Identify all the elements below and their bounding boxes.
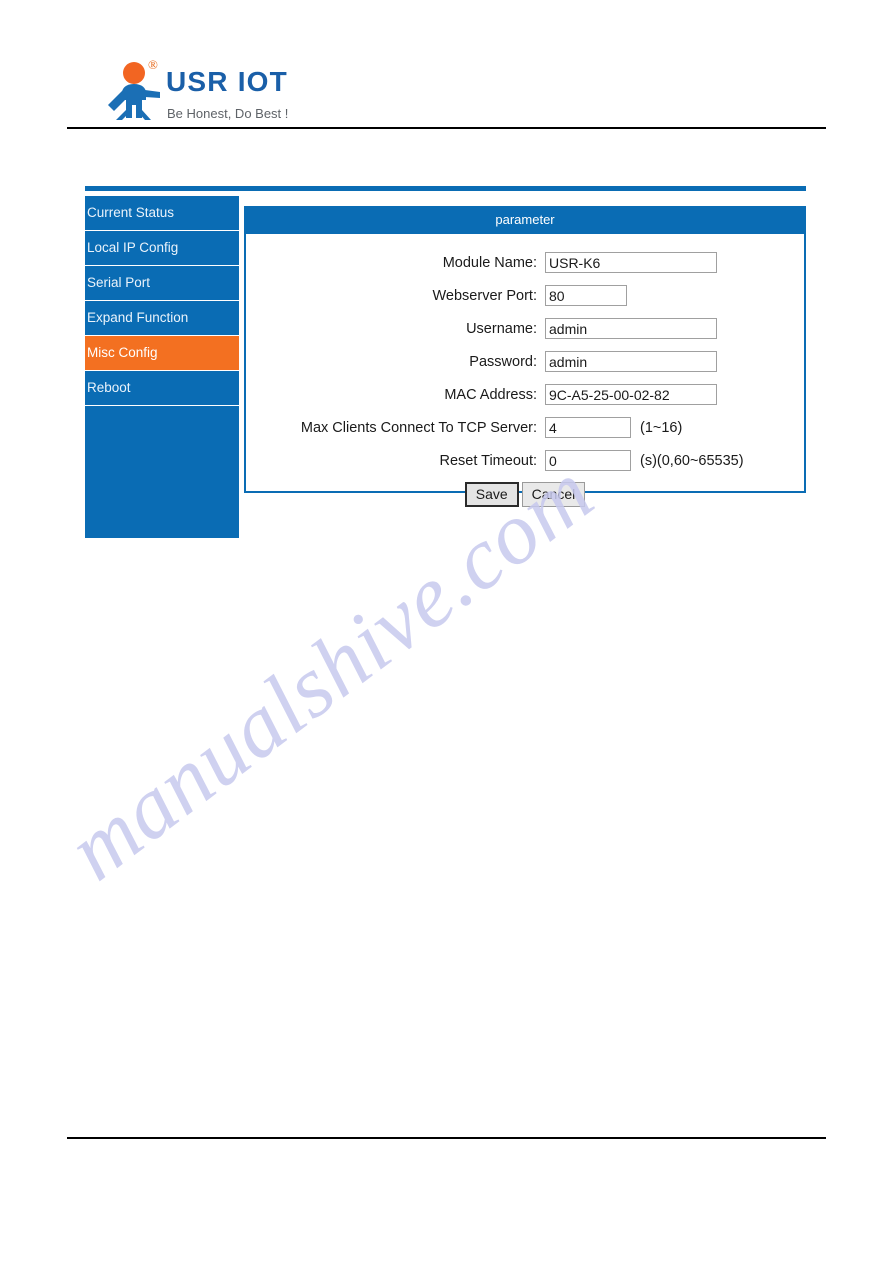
save-button[interactable]: Save <box>464 482 519 507</box>
brand-logo: ® USR IOT Be Honest, Do Best ! <box>104 58 404 126</box>
label-reset-timeout: Reset Timeout: <box>439 452 537 469</box>
field-row-reset-timeout: Reset Timeout: (s)(0,60~65535) <box>246 444 804 477</box>
sidebar-nav: Current Status Local IP Config Serial Po… <box>85 196 239 538</box>
hint-max-clients: (1~16) <box>640 419 683 436</box>
field-row-username: Username: <box>246 312 804 345</box>
header-divider <box>67 127 826 129</box>
label-webserver-port: Webserver Port: <box>432 287 538 304</box>
webserver-port-input[interactable] <box>545 285 627 306</box>
page-header: ® USR IOT Be Honest, Do Best ! <box>0 0 893 129</box>
brand-tagline: Be Honest, Do Best ! <box>167 106 289 121</box>
sidebar-item-local-ip-config[interactable]: Local IP Config <box>85 231 239 266</box>
sidebar-filler <box>85 406 239 542</box>
reset-timeout-input[interactable] <box>545 450 631 471</box>
hint-reset-timeout: (s)(0,60~65535) <box>640 452 744 469</box>
sidebar-item-current-status[interactable]: Current Status <box>85 196 239 231</box>
label-password: Password: <box>469 353 537 370</box>
parameter-panel: parameter Module Name: Webserver Port: U… <box>244 206 806 493</box>
field-row-webserver-port: Webserver Port: <box>246 279 804 312</box>
ui-top-bar <box>85 186 806 191</box>
parameter-form: Module Name: Webserver Port: Username: P… <box>246 234 804 491</box>
panel-title: parameter <box>246 206 804 234</box>
form-actions: Save Cancel <box>244 482 806 507</box>
footer-divider <box>67 1137 826 1139</box>
document-page: ® USR IOT Be Honest, Do Best ! Current S… <box>0 0 893 1263</box>
field-row-mac-address: MAC Address: <box>246 378 804 411</box>
max-clients-input[interactable] <box>545 417 631 438</box>
registered-trademark-icon: ® <box>148 57 158 72</box>
page-watermark: manualshive.com <box>51 444 840 1040</box>
module-name-input[interactable] <box>545 252 717 273</box>
sidebar-item-serial-port[interactable]: Serial Port <box>85 266 239 301</box>
brand-title: USR IOT <box>166 66 288 97</box>
sidebar-item-expand-function[interactable]: Expand Function <box>85 301 239 336</box>
label-username: Username: <box>466 320 537 337</box>
field-row-max-clients: Max Clients Connect To TCP Server: (1~16… <box>246 411 804 444</box>
label-mac-address: MAC Address: <box>444 386 537 403</box>
password-input[interactable] <box>545 351 717 372</box>
sidebar-item-misc-config[interactable]: Misc Config <box>85 336 239 371</box>
sidebar-item-reboot[interactable]: Reboot <box>85 371 239 406</box>
cancel-button[interactable]: Cancel <box>521 482 586 507</box>
label-max-clients: Max Clients Connect To TCP Server: <box>300 419 537 436</box>
field-row-module-name: Module Name: <box>246 246 804 279</box>
label-module-name: Module Name: <box>442 254 537 271</box>
mac-address-input[interactable] <box>545 384 717 405</box>
username-input[interactable] <box>545 318 717 339</box>
field-row-password: Password: <box>246 345 804 378</box>
